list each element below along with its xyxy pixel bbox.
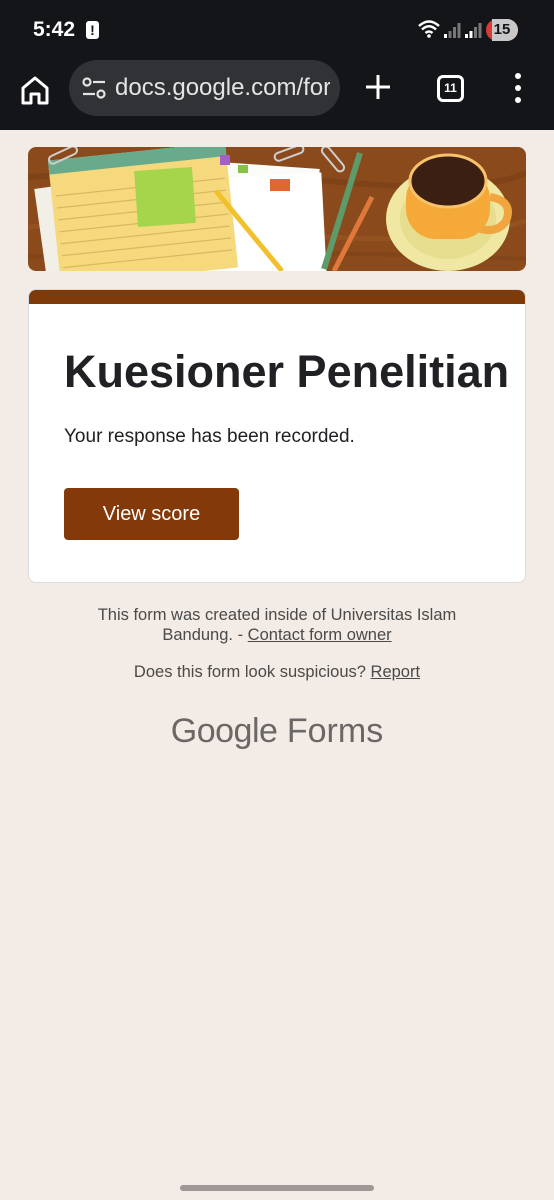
- plus-icon[interactable]: [364, 73, 392, 101]
- home-icon[interactable]: [18, 73, 52, 107]
- tabs-icon[interactable]: 11: [437, 75, 464, 102]
- form-title: Kuesioner Penelitian: [64, 346, 510, 397]
- google-forms-logo: Google Forms: [0, 712, 554, 751]
- confirmation-card: Kuesioner Penelitian Your response has b…: [28, 289, 526, 583]
- browser-toolbar: docs.google.com/forms 11: [0, 60, 554, 130]
- status-time: 5:42: [33, 18, 76, 41]
- status-bar: 5:42 15: [0, 0, 554, 60]
- view-score-button[interactable]: View score: [64, 488, 239, 540]
- signal-icon: [444, 23, 461, 38]
- footer-suspicious-line: Does this form look suspicious? Report: [0, 663, 554, 682]
- footer-org-line: Bandung. - Contact form owner: [0, 626, 554, 645]
- alert-icon: [86, 21, 99, 39]
- signal-icon: [465, 23, 482, 38]
- form-header-image: [28, 147, 526, 271]
- wifi-icon: [418, 20, 440, 38]
- contact-owner-link[interactable]: Contact form owner: [248, 626, 392, 644]
- url-bar[interactable]: docs.google.com/forms: [69, 60, 340, 116]
- forms-wordmark: Forms: [286, 712, 384, 750]
- footer-org-text: Bandung. -: [162, 626, 244, 644]
- footer-created-text: This form was created inside of Universi…: [97, 606, 457, 624]
- tune-icon[interactable]: [81, 76, 107, 100]
- url-text[interactable]: docs.google.com/forms: [115, 74, 330, 102]
- battery-icon: 15: [486, 19, 518, 41]
- confirmation-message: Your response has been recorded.: [64, 426, 355, 447]
- gesture-nav-handle[interactable]: [180, 1185, 374, 1191]
- more-vert-icon[interactable]: [512, 73, 524, 103]
- google-wordmark: Google: [170, 712, 278, 750]
- battery-level: 15: [493, 21, 511, 38]
- suspicious-text: Does this form look suspicious?: [133, 663, 366, 681]
- card-accent-bar: [29, 290, 525, 304]
- report-link[interactable]: Report: [371, 663, 421, 681]
